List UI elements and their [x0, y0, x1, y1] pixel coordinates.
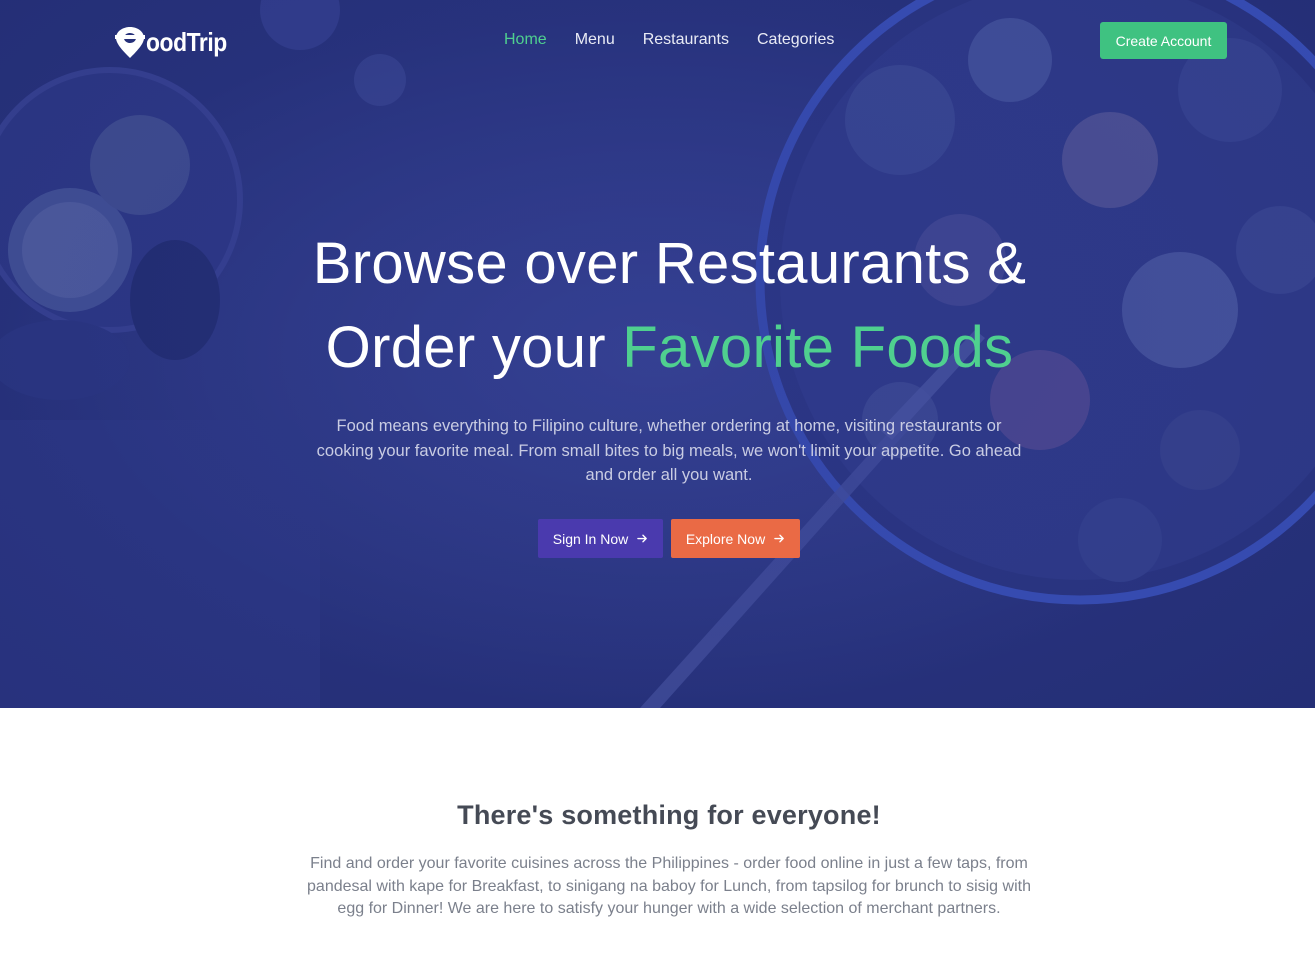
sign-in-button-label: Sign In Now [552, 530, 629, 547]
section-title: There's something for everyone! [457, 800, 881, 830]
hero-headline-line2: Order your Favorite Foods [12, 306, 1315, 390]
hero-description: Food means everything to Filipino cultur… [316, 417, 1022, 484]
arrow-right-icon [774, 534, 785, 543]
brand-name: oodTrip [146, 26, 227, 57]
explore-button-label: Explore Now [685, 530, 766, 547]
create-account-button[interactable]: Create Account [1100, 22, 1227, 59]
arrow-right-icon [637, 534, 648, 543]
nav-item-home[interactable]: Home [504, 30, 547, 50]
brand-logo[interactable]: oodTrip [112, 22, 238, 62]
hero-headline-accent: Favorite Foods [622, 315, 1014, 380]
nav-links: Home Menu Restaurants Categories [504, 30, 862, 50]
top-navigation: oodTrip Home Menu Restaurants Categories… [0, 0, 1315, 82]
hero-section: oodTrip Home Menu Restaurants Categories… [0, 0, 1315, 708]
nav-item-menu[interactable]: Menu [575, 30, 615, 50]
explore-button[interactable]: Explore Now [671, 519, 800, 558]
sign-in-button[interactable]: Sign In Now [538, 519, 663, 558]
location-pin-logo-icon [115, 27, 145, 58]
hero-headline-line1: Browse over Restaurants & [312, 231, 1027, 296]
nav-item-categories[interactable]: Categories [757, 30, 834, 50]
nav-item-restaurants[interactable]: Restaurants [643, 30, 729, 50]
hero-headline-prefix: Order your [325, 315, 623, 380]
section-description: Find and order your favorite cuisines ac… [307, 855, 1031, 917]
